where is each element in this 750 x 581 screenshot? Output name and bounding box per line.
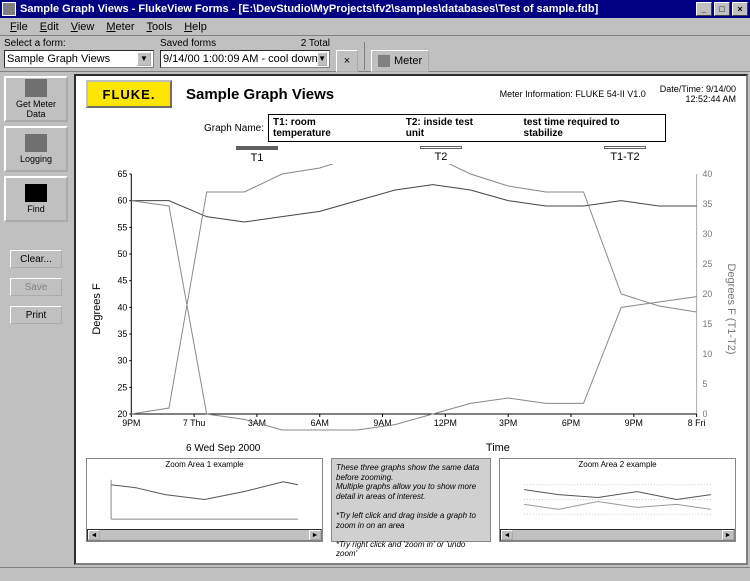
delete-button[interactable]: × bbox=[336, 50, 358, 72]
menu-bar: File Edit View Meter Tools Help bbox=[0, 18, 750, 36]
title-bar: Sample Graph Views - FlukeView Forms - [… bbox=[0, 0, 750, 18]
scrollbar[interactable]: ◄► bbox=[500, 529, 735, 541]
toolbar: Select a form: Sample Graph Views ▼ Save… bbox=[0, 36, 750, 72]
y-axis-right-label: Degrees F (T1-T2) bbox=[725, 264, 736, 355]
y-axis-left-label: Degrees F bbox=[91, 283, 103, 335]
dropdown-arrow-icon: ▼ bbox=[317, 52, 327, 66]
select-form-dropdown[interactable]: Sample Graph Views ▼ bbox=[4, 50, 154, 68]
sidebar: Get Meter Data Logging Find Clear... Sav… bbox=[0, 72, 72, 567]
menu-file[interactable]: File bbox=[4, 21, 34, 33]
svg-text:15: 15 bbox=[703, 319, 713, 329]
find-button[interactable]: Find bbox=[4, 176, 68, 222]
series-legend: T1 T2 T1-T2 bbox=[76, 144, 746, 164]
svg-text:7 Thu: 7 Thu bbox=[183, 418, 206, 428]
svg-text:25: 25 bbox=[703, 259, 713, 269]
svg-text:10: 10 bbox=[703, 349, 713, 359]
close-button[interactable]: × bbox=[732, 2, 748, 16]
svg-text:30: 30 bbox=[703, 229, 713, 239]
svg-text:6AM: 6AM bbox=[311, 418, 329, 428]
minimize-button[interactable]: _ bbox=[696, 2, 712, 16]
saved-forms-value: 9/14/00 1:00:09 AM - cool down test [Flu… bbox=[163, 53, 317, 65]
svg-text:5: 5 bbox=[703, 379, 708, 389]
logging-icon bbox=[25, 134, 47, 152]
svg-text:40: 40 bbox=[703, 169, 713, 179]
menu-tools[interactable]: Tools bbox=[141, 21, 179, 33]
x-sublabel: 6 Wed Sep 2000 bbox=[186, 443, 260, 454]
app-icon bbox=[2, 2, 16, 16]
select-form-label: Select a form: bbox=[4, 38, 154, 49]
meter-icon bbox=[378, 55, 390, 67]
maximize-button[interactable]: □ bbox=[714, 2, 730, 16]
meter-button[interactable]: Meter bbox=[371, 50, 429, 72]
svg-text:25: 25 bbox=[118, 382, 128, 392]
graph-name-box: T1: room temperature T2: inside test uni… bbox=[268, 114, 666, 142]
svg-text:12PM: 12PM bbox=[434, 418, 457, 428]
save-button[interactable]: Save bbox=[10, 278, 62, 296]
window-title: Sample Graph Views - FlukeView Forms - [… bbox=[20, 3, 598, 15]
svg-text:35: 35 bbox=[118, 329, 128, 339]
select-form-value: Sample Graph Views bbox=[7, 53, 110, 65]
meter-info: Meter Information: FLUKE 54-II V1.0 bbox=[500, 89, 646, 99]
svg-text:3PM: 3PM bbox=[499, 418, 517, 428]
svg-text:55: 55 bbox=[118, 222, 128, 232]
print-button[interactable]: Print bbox=[10, 306, 62, 324]
x-axis-label: Time bbox=[486, 442, 510, 454]
zoom-thumb-left[interactable]: Zoom Area 1 example ◄► bbox=[86, 458, 323, 542]
svg-text:30: 30 bbox=[118, 356, 128, 366]
status-bar bbox=[0, 567, 750, 581]
svg-text:6PM: 6PM bbox=[562, 418, 580, 428]
svg-text:9PM: 9PM bbox=[625, 418, 643, 428]
date-time: Date/Time: 9/14/00 12:52:44 AM bbox=[660, 84, 736, 104]
svg-text:40: 40 bbox=[118, 302, 128, 312]
dropdown-arrow-icon: ▼ bbox=[137, 52, 151, 66]
svg-text:9PM: 9PM bbox=[122, 418, 140, 428]
menu-meter[interactable]: Meter bbox=[100, 21, 140, 33]
form-content: FLUKE. Sample Graph Views Meter Informat… bbox=[74, 74, 748, 565]
saved-forms-label: Saved forms bbox=[160, 38, 216, 49]
graph-name-label: Graph Name: bbox=[204, 123, 264, 134]
scrollbar[interactable]: ◄► bbox=[87, 529, 322, 541]
menu-view[interactable]: View bbox=[65, 21, 101, 33]
saved-forms-dropdown[interactable]: 9/14/00 1:00:09 AM - cool down test [Flu… bbox=[160, 50, 330, 68]
svg-text:65: 65 bbox=[118, 169, 128, 179]
fluke-logo: FLUKE. bbox=[86, 80, 172, 108]
menu-help[interactable]: Help bbox=[178, 21, 213, 33]
zoom-thumb-right[interactable]: Zoom Area 2 example ◄► bbox=[499, 458, 736, 542]
zoom-info-box: These three graphs show the same data be… bbox=[331, 458, 491, 542]
svg-text:50: 50 bbox=[118, 249, 128, 259]
svg-text:35: 35 bbox=[703, 199, 713, 209]
logging-button[interactable]: Logging bbox=[4, 126, 68, 172]
get-meter-data-button[interactable]: Get Meter Data bbox=[4, 76, 68, 122]
meter-data-icon bbox=[25, 79, 47, 97]
svg-text:8 Fri: 8 Fri bbox=[688, 418, 706, 428]
saved-forms-total: 2 Total bbox=[301, 38, 330, 49]
menu-edit[interactable]: Edit bbox=[34, 21, 65, 33]
svg-text:45: 45 bbox=[118, 276, 128, 286]
svg-text:20: 20 bbox=[703, 289, 713, 299]
page-title: Sample Graph Views bbox=[186, 86, 334, 103]
main-chart[interactable]: Degrees F Degrees F (T1-T2) 20 25 30 35 40 45… bbox=[86, 164, 736, 442]
clear-button[interactable]: Clear... bbox=[10, 250, 62, 268]
svg-text:60: 60 bbox=[118, 196, 128, 206]
binoculars-icon bbox=[25, 184, 47, 202]
